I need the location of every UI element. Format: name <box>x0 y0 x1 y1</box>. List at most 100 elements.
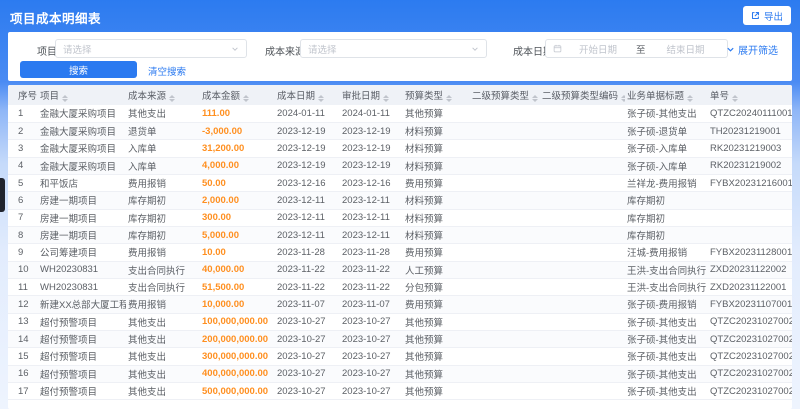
column-header-doc_no[interactable]: 单号 <box>708 85 792 105</box>
cell-amount: 40,000.00 <box>200 261 275 279</box>
cell-doc_no <box>708 191 792 210</box>
clear-search-link[interactable]: 清空搜索 <box>148 64 186 78</box>
table-row[interactable]: 15 超付预警项目 其他支出 300,000,000.00 2023-10-27 2023… <box>8 347 792 366</box>
sort-caret-icon[interactable] <box>318 94 325 103</box>
table-row[interactable]: 16 超付预警项目 其他支出 400,000,000.00 2023-10-27 2023… <box>8 365 792 384</box>
cell-source: 支出合同执行 <box>126 261 200 279</box>
sort-caret-icon[interactable] <box>621 94 625 103</box>
column-header-project[interactable]: 项目 <box>38 85 126 105</box>
cell-source: 其他支出 <box>126 382 200 401</box>
cell-budget_type: 分包预算 <box>403 278 470 297</box>
cell-seq: 1 <box>8 105 38 123</box>
start-date-input[interactable]: 开始日期 <box>579 42 617 56</box>
table-row[interactable]: 1 金融大厦采购项目 其他支出 111.00 2024-01-11 2024-01-11 其… <box>8 105 792 123</box>
sort-caret-icon[interactable] <box>446 94 453 103</box>
cell-amount: 2,000.00 <box>200 191 275 210</box>
table-row[interactable]: 4 金融大厦采购项目 入库单 4,000.00 2023-12-19 2023-12-19… <box>8 157 792 175</box>
sort-caret-icon[interactable] <box>732 94 739 103</box>
table-row[interactable]: 5 和平饭店 费用报销 50.00 2023-12-16 2023-12-16 费用预算 兰祥… <box>8 174 792 193</box>
cell-amount: 300.00 <box>200 209 275 227</box>
cell-cost_date: 2023-10-27 <box>275 313 340 331</box>
sort-caret-icon[interactable] <box>62 94 69 103</box>
cell-doc_title: 张子硕-其他支出 <box>625 105 708 123</box>
cell-doc_no: QTZC20231027002 <box>708 347 792 366</box>
cell-project: 房建一期项目 <box>38 226 126 245</box>
cell-amount: 51,500.00 <box>200 278 275 297</box>
column-header-cost_date[interactable]: 成本日期 <box>275 85 340 105</box>
export-button-label: 导出 <box>763 11 783 23</box>
cell-approval_date: 2023-10-27 <box>340 382 403 401</box>
floating-panel-handle[interactable] <box>0 178 5 212</box>
table-row[interactable]: 9 公司筹建项目 费用报销 10.00 2023-11-28 2023-11-28 费用预算… <box>8 243 792 262</box>
cell-sub_budget_type <box>470 243 540 262</box>
column-header-sub_budget_type[interactable]: 二级预算类型 <box>470 85 540 105</box>
cell-project: 和平饭店 <box>38 174 126 193</box>
search-button[interactable]: 搜索 <box>20 61 137 78</box>
table-row[interactable]: 13 超付预警项目 其他支出 100,000,000.00 2023-10-27 2023… <box>8 313 792 331</box>
cell-doc_no: QTZC20240111001 <box>708 105 792 123</box>
sort-caret-icon[interactable] <box>383 94 390 103</box>
sort-caret-icon[interactable] <box>169 94 176 103</box>
end-date-input[interactable]: 结束日期 <box>667 42 705 56</box>
cell-approval_date: 2024-01-11 <box>340 105 403 123</box>
cell-approval_date: 2023-11-28 <box>340 243 403 262</box>
cell-budget_type: 其他预算 <box>403 330 470 349</box>
cell-sub_budget_code <box>540 122 625 141</box>
table-row[interactable]: 2 金融大厦采购项目 退货单 -3,000.00 2023-12-19 2023-12-1… <box>8 122 792 141</box>
cell-sub_budget_code <box>540 313 625 331</box>
cell-budget_type: 其他预算 <box>403 105 470 123</box>
column-header-sub_budget_code[interactable]: 二级预算类型编码 <box>540 85 625 105</box>
cell-doc_no: QTZC20231027002 <box>708 382 792 401</box>
cost-date-range-picker[interactable]: 开始日期 至 结束日期 <box>545 39 728 58</box>
table-row[interactable]: 7 房建一期项目 库存期初 300.00 2023-12-11 2023-12-11 材料预… <box>8 209 792 227</box>
cell-project: WH20230831 <box>38 278 126 297</box>
table-row[interactable]: 14 超付预警项目 其他支出 200,000,000.00 2023-10-27 2023… <box>8 330 792 349</box>
cell-sub_budget_code <box>540 278 625 297</box>
cell-doc_no: QTZC20231027002 <box>708 365 792 384</box>
cell-source: 库存期初 <box>126 226 200 245</box>
cell-sub_budget_code <box>540 139 625 158</box>
table-row[interactable]: 3 金融大厦采购项目 入库单 31,200.00 2023-12-19 2023-12-1… <box>8 139 792 158</box>
column-header-approval_date[interactable]: 审批日期 <box>340 85 403 105</box>
table-row[interactable]: 6 房建一期项目 库存期初 2,000.00 2023-12-11 2023-12-11 材… <box>8 191 792 210</box>
table-row[interactable]: 8 房建一期项目 库存期初 5,000.00 2023-12-11 2023-12-11 材… <box>8 226 792 245</box>
expand-filters-link[interactable]: 展开筛选 <box>726 42 778 57</box>
cell-budget_type: 材料预算 <box>403 139 470 158</box>
cell-approval_date: 2023-11-22 <box>340 278 403 297</box>
cell-doc_title: 张子硕-其他支出 <box>625 365 708 384</box>
cell-source: 其他支出 <box>126 313 200 331</box>
project-select[interactable]: 请选择 <box>55 39 247 58</box>
column-header-budget_type[interactable]: 预算类型 <box>403 85 470 105</box>
table-row[interactable]: 10 WH20230831 支出合同执行 40,000.00 2023-11-22 202… <box>8 261 792 279</box>
cell-sub_budget_type <box>470 105 540 123</box>
cell-amount: 400,000,000.00 <box>200 365 275 384</box>
sort-caret-icon[interactable] <box>243 94 250 103</box>
cell-sub_budget_type <box>470 261 540 279</box>
cell-doc_title: 张子硕-入库单 <box>625 157 708 175</box>
cell-project: WH20230831 <box>38 261 126 279</box>
column-header-source[interactable]: 成本来源 <box>126 85 200 105</box>
column-header-amount[interactable]: 成本金额 <box>200 85 275 105</box>
table-row[interactable]: 12新建XX总部大厦工程二期费用报销10,000.002023-11-07202… <box>8 295 792 314</box>
cell-seq: 5 <box>8 174 38 193</box>
sort-caret-icon[interactable] <box>687 94 694 103</box>
date-range-separator: 至 <box>636 44 646 56</box>
cell-source: 其他支出 <box>126 105 200 123</box>
table-row[interactable]: 11 WH20230831 支出合同执行 51,500.00 2023-11-22 202… <box>8 278 792 297</box>
cell-project: 新建XX总部大厦工程二期 <box>38 295 126 314</box>
column-header-seq[interactable]: 序号 <box>8 85 38 105</box>
sort-caret-icon[interactable] <box>532 94 539 103</box>
cell-source: 费用报销 <box>126 243 200 262</box>
cell-seq: 7 <box>8 209 38 227</box>
column-header-doc_title[interactable]: 业务单据标题 <box>625 85 708 105</box>
cell-sub_budget_type <box>470 157 540 175</box>
cell-doc_title: 兰祥龙-费用报销 <box>625 174 708 193</box>
cost-source-select[interactable]: 请选择 <box>300 39 487 58</box>
cell-cost_date: 2023-12-11 <box>275 191 340 210</box>
table-row[interactable]: 17 超付预警项目 其他支出 500,000,000.00 2023-10-27 2023… <box>8 382 792 401</box>
export-button[interactable]: 导出 <box>742 6 791 25</box>
cell-doc_no <box>708 209 792 227</box>
cell-doc_no: ZXD20231122002 <box>708 261 792 279</box>
cell-cost_date: 2023-10-27 <box>275 382 340 401</box>
cell-doc_no: QTZC20231027002 <box>708 330 792 349</box>
